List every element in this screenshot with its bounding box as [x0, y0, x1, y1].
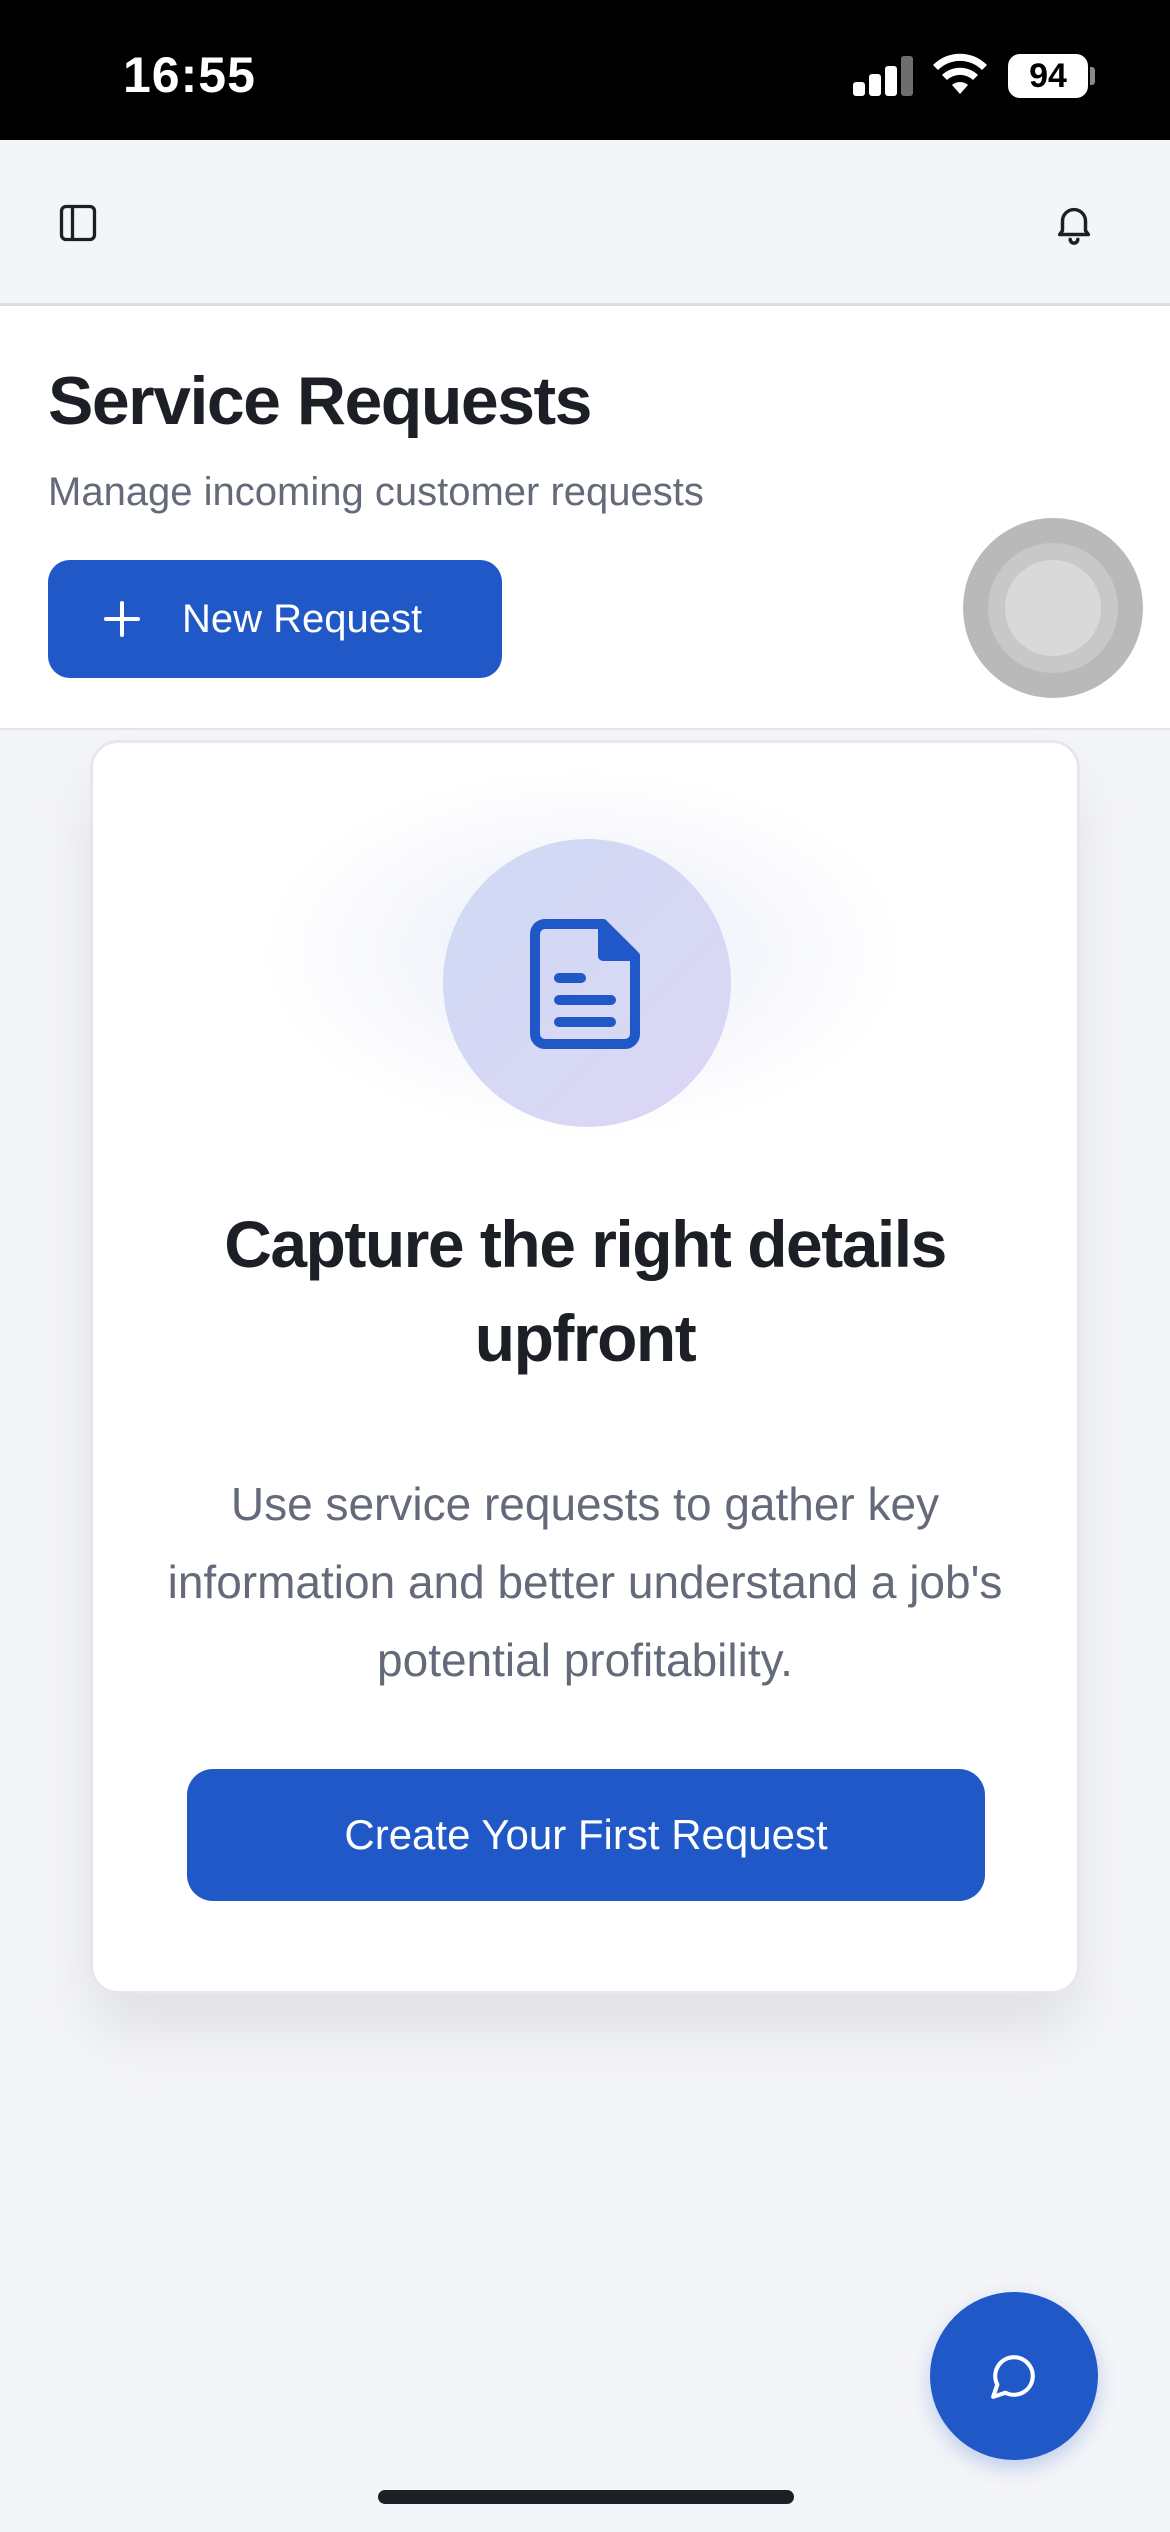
home-indicator	[378, 2490, 794, 2504]
wifi-icon	[933, 53, 987, 94]
plus-icon	[102, 599, 142, 639]
status-bar: 16:55 94	[0, 0, 1170, 140]
empty-state-card: Capture the right details upfront Use se…	[90, 740, 1080, 1994]
document-icon	[530, 919, 640, 1049]
new-request-button[interactable]: New Request	[48, 560, 502, 678]
create-first-request-button[interactable]: Create Your First Request	[187, 1769, 985, 1901]
assistive-touch-ring	[988, 543, 1118, 673]
empty-state-description: Use service requests to gather key infor…	[167, 1478, 1003, 1686]
chat-button[interactable]	[930, 2292, 1098, 2460]
page-subtitle: Manage incoming customer requests	[48, 470, 704, 514]
create-first-request-label: Create Your First Request	[344, 1811, 828, 1858]
bell-icon[interactable]	[1044, 193, 1104, 253]
assistive-touch-core	[1005, 560, 1101, 656]
top-nav	[0, 140, 1170, 306]
assistive-touch-button[interactable]	[963, 518, 1143, 698]
cellular-signal-icon	[853, 56, 915, 96]
document-icon-badge	[443, 839, 731, 1127]
page-title: Service Requests	[48, 363, 592, 439]
new-request-label: New Request	[182, 596, 423, 641]
status-time: 16:55	[123, 47, 256, 103]
chat-bubble-icon	[991, 2355, 1035, 2399]
sidebar-toggle-icon[interactable]	[48, 193, 108, 253]
empty-state-heading: Capture the right details upfront	[224, 1207, 947, 1375]
battery-cap	[1090, 67, 1095, 85]
battery-indicator: 94	[1008, 54, 1088, 98]
